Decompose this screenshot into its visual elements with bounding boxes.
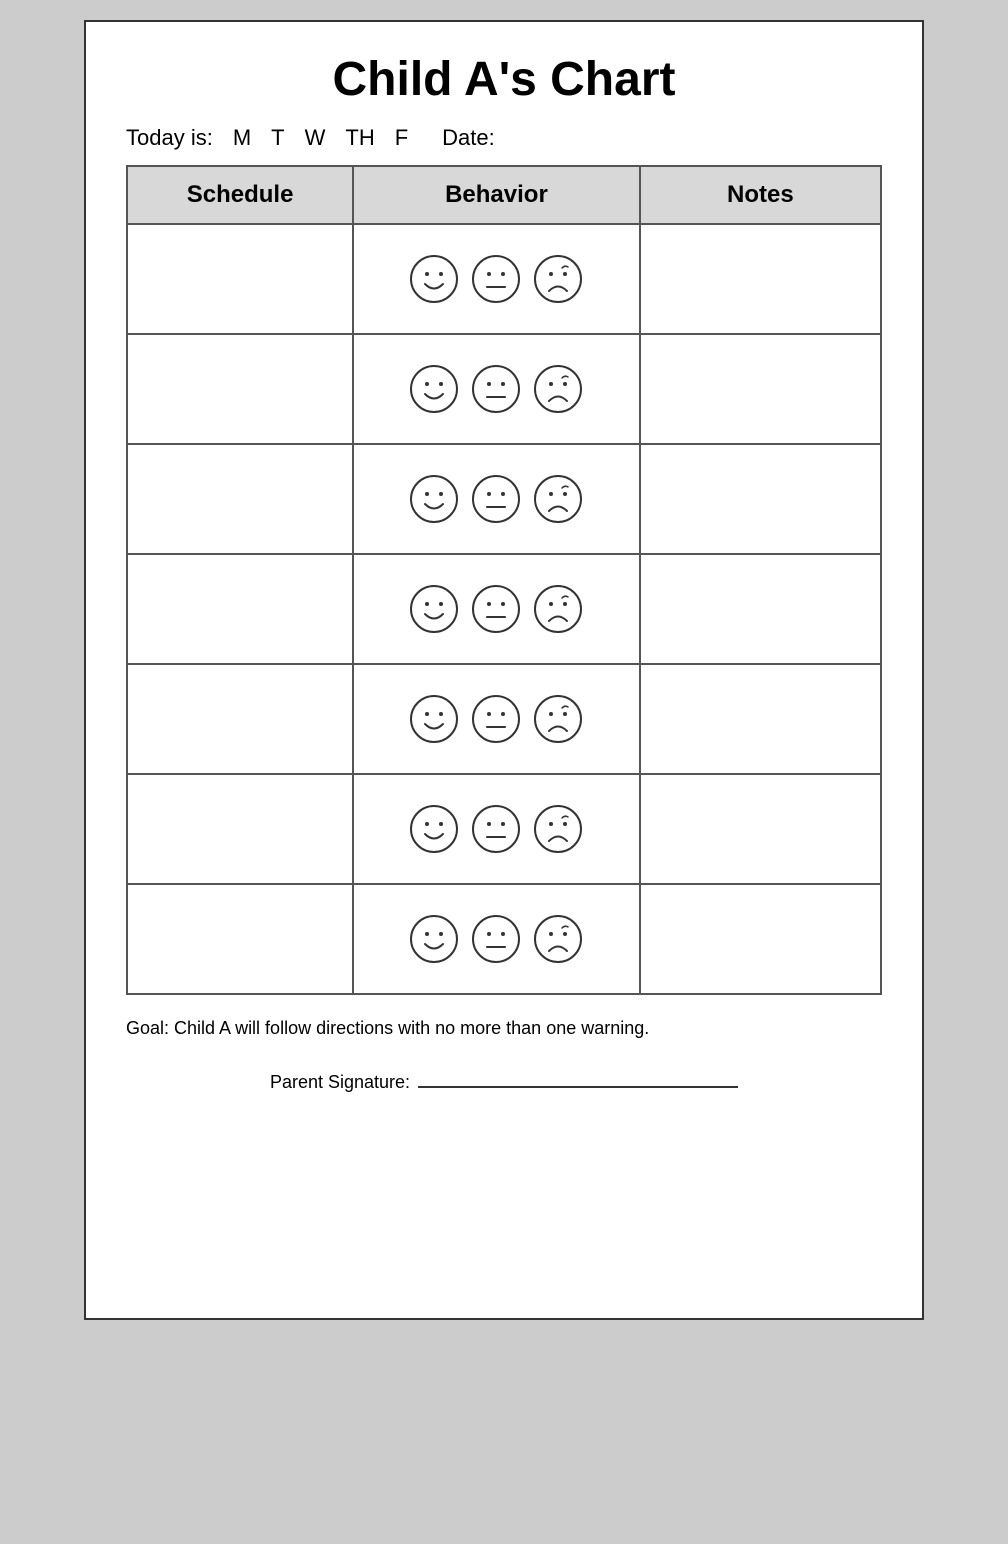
happy-face-2[interactable] bbox=[408, 363, 460, 415]
notes-cell-4[interactable] bbox=[640, 554, 881, 664]
table-row bbox=[127, 444, 881, 554]
day-friday[interactable]: F bbox=[395, 125, 408, 151]
behavior-cell-3[interactable] bbox=[353, 444, 640, 554]
day-wednesday[interactable]: W bbox=[305, 125, 326, 151]
signature-label: Parent Signature: bbox=[270, 1072, 410, 1093]
header-notes: Notes bbox=[640, 166, 881, 224]
behavior-cell-2[interactable] bbox=[353, 334, 640, 444]
happy-face-4[interactable] bbox=[408, 583, 460, 635]
day-thursday[interactable]: TH bbox=[345, 125, 374, 151]
notes-cell-1[interactable] bbox=[640, 224, 881, 334]
schedule-cell-3[interactable] bbox=[127, 444, 353, 554]
page: Child A's Chart Today is: M T W TH F Dat… bbox=[84, 20, 924, 1320]
day-monday[interactable]: M bbox=[233, 125, 251, 151]
signature-row: Parent Signature: bbox=[126, 1072, 882, 1093]
table-header-row: Schedule Behavior Notes bbox=[127, 166, 881, 224]
face-group-1 bbox=[364, 253, 629, 305]
sad-face-1[interactable] bbox=[532, 253, 584, 305]
happy-face-1[interactable] bbox=[408, 253, 460, 305]
behavior-cell-7[interactable] bbox=[353, 884, 640, 994]
table-row bbox=[127, 664, 881, 774]
behavior-cell-6[interactable] bbox=[353, 774, 640, 884]
header-schedule: Schedule bbox=[127, 166, 353, 224]
behavior-cell-5[interactable] bbox=[353, 664, 640, 774]
happy-face-6[interactable] bbox=[408, 803, 460, 855]
schedule-cell-4[interactable] bbox=[127, 554, 353, 664]
header-behavior: Behavior bbox=[353, 166, 640, 224]
happy-face-7[interactable] bbox=[408, 913, 460, 965]
behavior-cell-1[interactable] bbox=[353, 224, 640, 334]
sad-face-6[interactable] bbox=[532, 803, 584, 855]
notes-cell-6[interactable] bbox=[640, 774, 881, 884]
behavior-cell-4[interactable] bbox=[353, 554, 640, 664]
notes-cell-3[interactable] bbox=[640, 444, 881, 554]
table-row bbox=[127, 774, 881, 884]
schedule-cell-5[interactable] bbox=[127, 664, 353, 774]
sad-face-3[interactable] bbox=[532, 473, 584, 525]
notes-cell-5[interactable] bbox=[640, 664, 881, 774]
notes-cell-2[interactable] bbox=[640, 334, 881, 444]
neutral-face-2[interactable] bbox=[470, 363, 522, 415]
page-title: Child A's Chart bbox=[126, 52, 882, 107]
table-row bbox=[127, 884, 881, 994]
day-selector-row: Today is: M T W TH F Date: bbox=[126, 125, 882, 151]
table-row bbox=[127, 224, 881, 334]
notes-cell-7[interactable] bbox=[640, 884, 881, 994]
face-group-4 bbox=[364, 583, 629, 635]
table-row bbox=[127, 334, 881, 444]
sad-face-2[interactable] bbox=[532, 363, 584, 415]
day-tuesday[interactable]: T bbox=[271, 125, 284, 151]
behavior-chart-table: Schedule Behavior Notes bbox=[126, 165, 882, 995]
schedule-cell-2[interactable] bbox=[127, 334, 353, 444]
face-group-3 bbox=[364, 473, 629, 525]
neutral-face-1[interactable] bbox=[470, 253, 522, 305]
goal-text: Goal: Child A will follow directions wit… bbox=[126, 1015, 882, 1042]
face-group-2 bbox=[364, 363, 629, 415]
happy-face-5[interactable] bbox=[408, 693, 460, 745]
sad-face-4[interactable] bbox=[532, 583, 584, 635]
schedule-cell-6[interactable] bbox=[127, 774, 353, 884]
table-row bbox=[127, 554, 881, 664]
neutral-face-4[interactable] bbox=[470, 583, 522, 635]
neutral-face-3[interactable] bbox=[470, 473, 522, 525]
face-group-7 bbox=[364, 913, 629, 965]
sad-face-7[interactable] bbox=[532, 913, 584, 965]
neutral-face-5[interactable] bbox=[470, 693, 522, 745]
neutral-face-6[interactable] bbox=[470, 803, 522, 855]
date-label: Date: bbox=[442, 125, 495, 151]
face-group-6 bbox=[364, 803, 629, 855]
today-label: Today is: bbox=[126, 125, 213, 151]
schedule-cell-1[interactable] bbox=[127, 224, 353, 334]
neutral-face-7[interactable] bbox=[470, 913, 522, 965]
face-group-5 bbox=[364, 693, 629, 745]
sad-face-5[interactable] bbox=[532, 693, 584, 745]
signature-line[interactable] bbox=[418, 1086, 738, 1088]
schedule-cell-7[interactable] bbox=[127, 884, 353, 994]
happy-face-3[interactable] bbox=[408, 473, 460, 525]
